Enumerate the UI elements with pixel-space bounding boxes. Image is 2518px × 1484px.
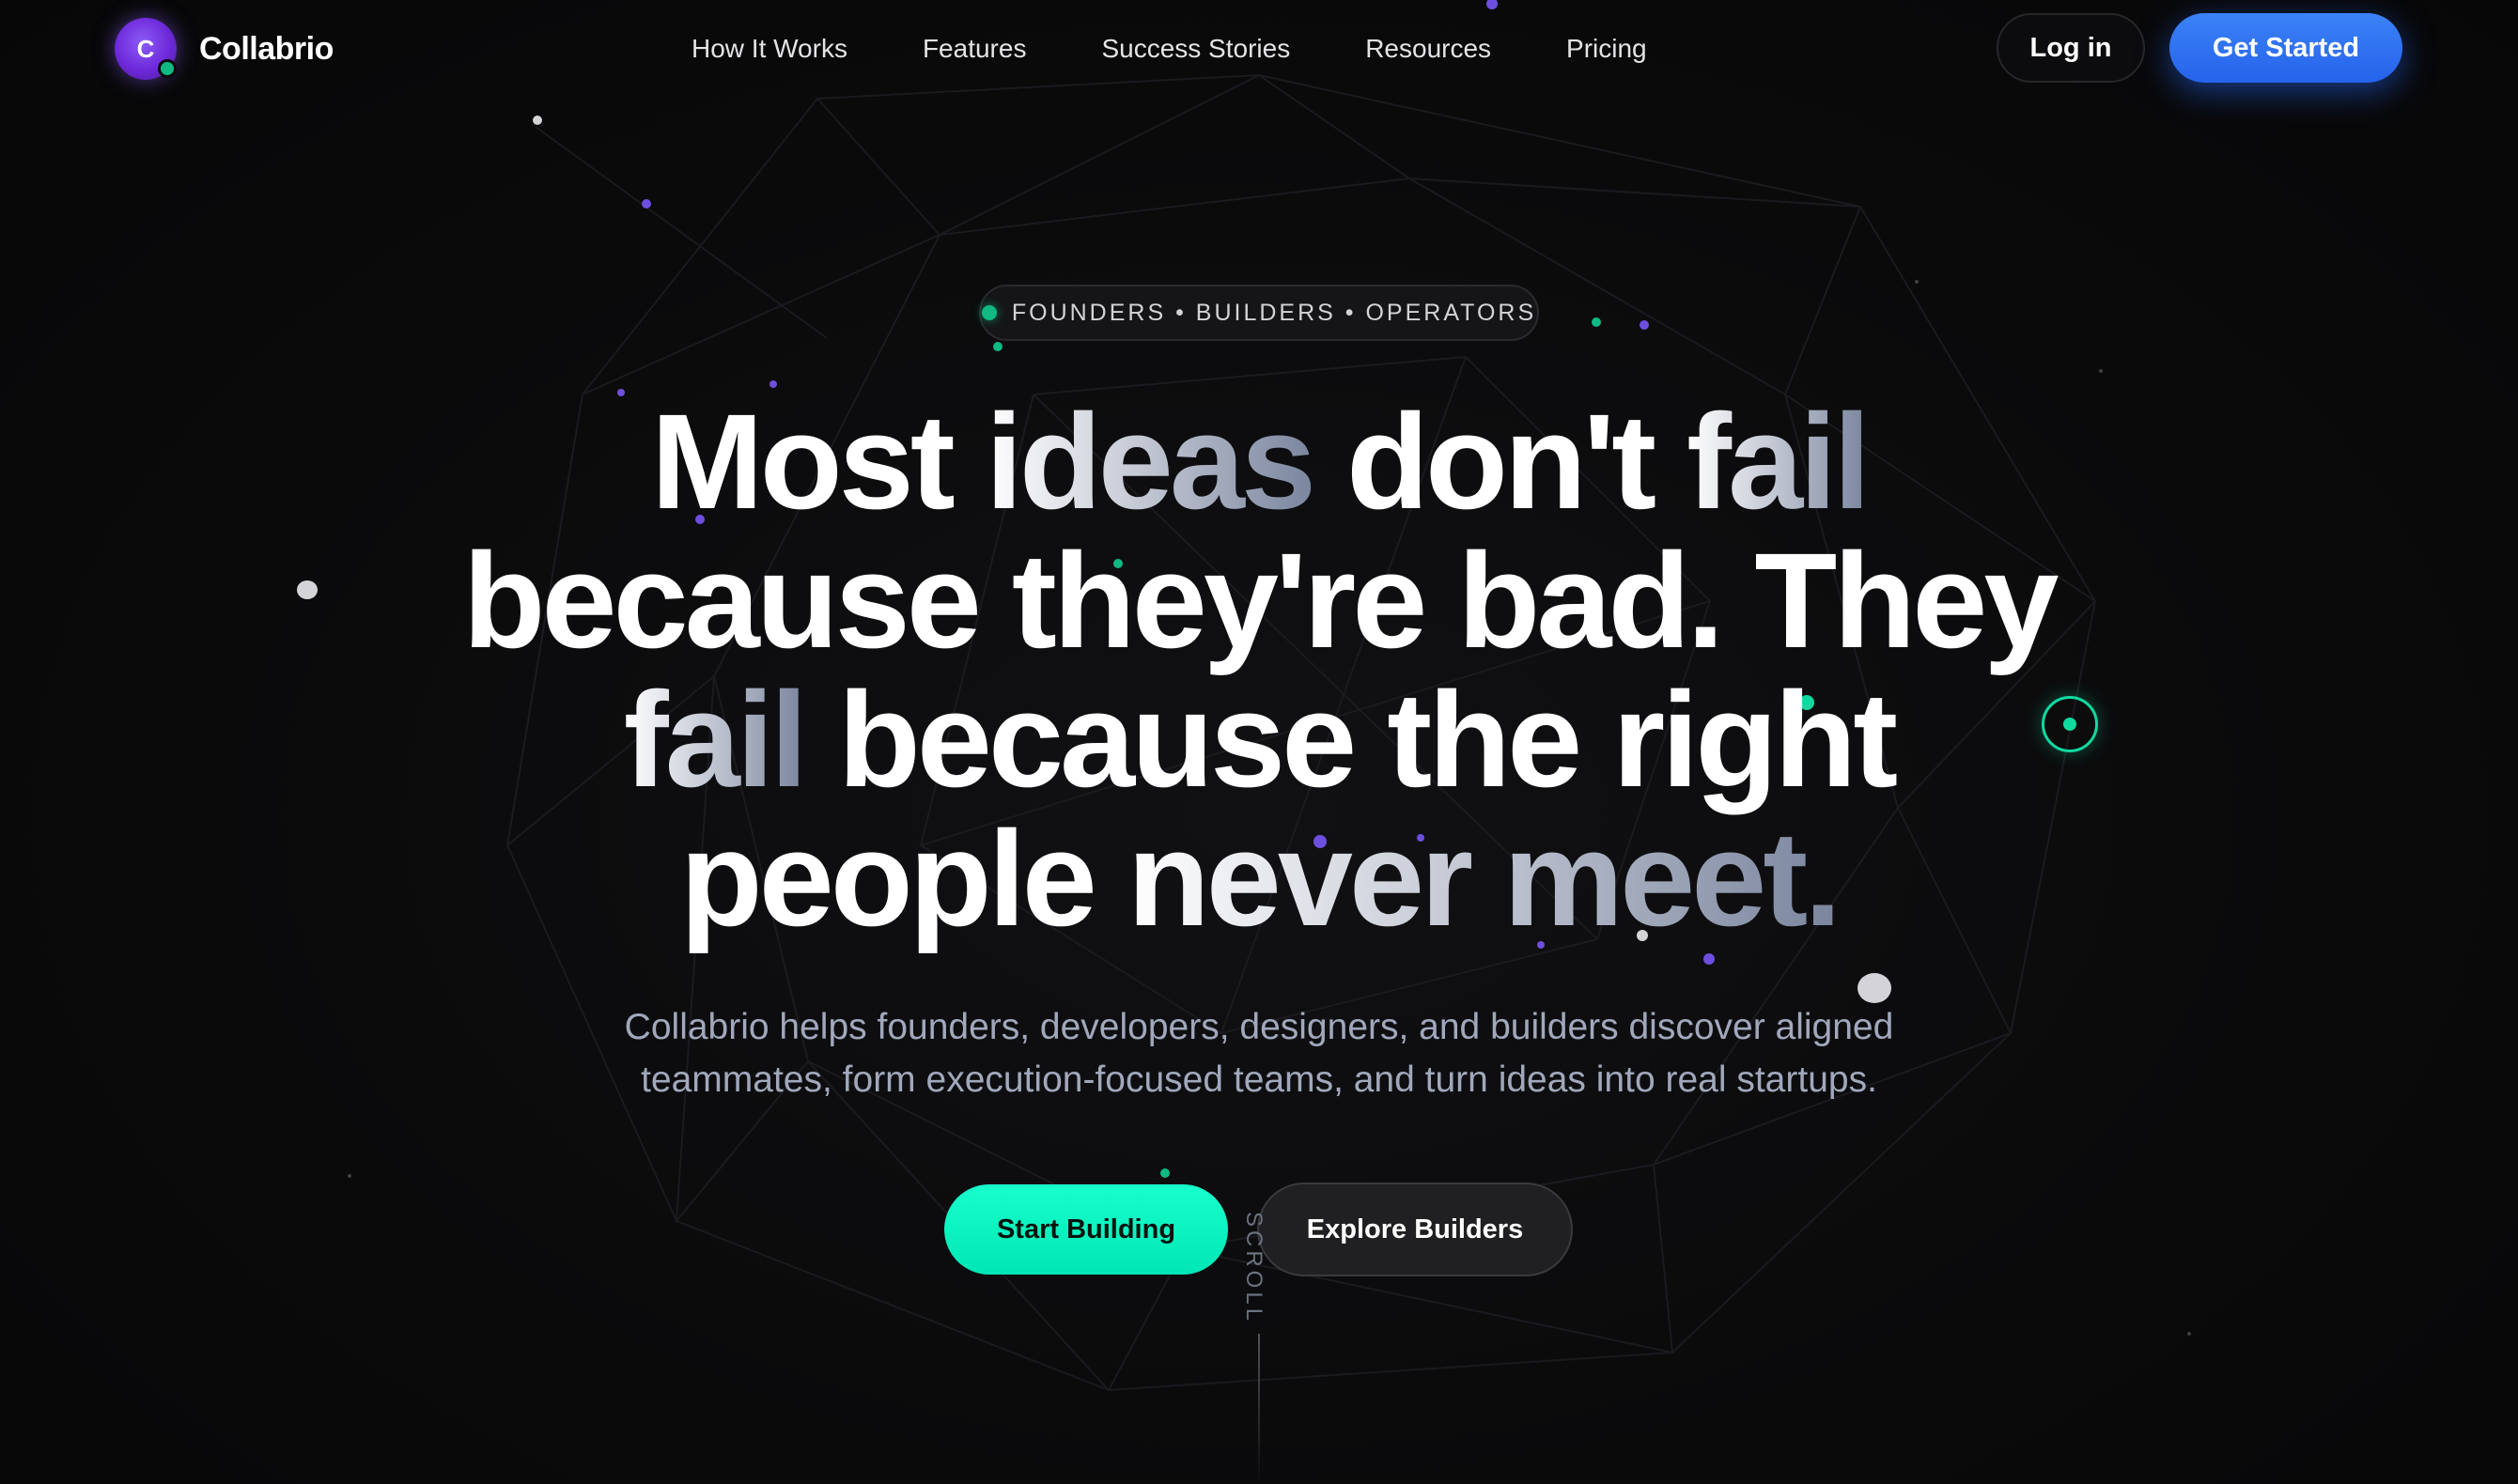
nav-link-features[interactable]: Features — [923, 28, 1027, 70]
get-started-button[interactable]: Get Started — [2169, 13, 2402, 83]
target-core — [2063, 718, 2076, 731]
explore-builders-button[interactable]: Explore Builders — [1257, 1183, 1573, 1276]
headline-line-3: fail because the right — [319, 671, 2199, 810]
nav-links: How It Works Features Success Stories Re… — [692, 28, 1647, 70]
subcopy-line-1: Collabrio helps founders, developers, de… — [624, 1007, 1894, 1047]
headline-segment: because they're bad. They — [462, 525, 2059, 676]
status-dot-icon — [158, 59, 177, 78]
headline-segment: because the right — [803, 664, 1898, 815]
nav-link-success-stories[interactable]: Success Stories — [1101, 28, 1290, 70]
headline-line-1: Most ideas don't fail — [319, 393, 2199, 532]
headline-accent: fail — [1686, 386, 1871, 537]
scroll-line — [1258, 1334, 1260, 1484]
brand-logo-icon: C — [115, 18, 177, 80]
scroll-label: SCROLL — [1241, 1212, 1267, 1325]
status-dot-icon — [981, 305, 997, 320]
headline-segment: don't — [1313, 386, 1687, 537]
hero-subcopy: Collabrio helps founders, developers, de… — [413, 1001, 2105, 1106]
logo-letter: C — [136, 34, 155, 63]
brand[interactable]: C Collabrio — [115, 17, 334, 81]
target-ring-icon — [2042, 696, 2098, 752]
hero-headline: Most ideas don't fail because they're ba… — [319, 393, 2199, 949]
headline-accent: ideas — [985, 386, 1316, 537]
brand-name: Collabrio — [199, 30, 334, 67]
subcopy-line-2: teammates, form execution-focused teams,… — [641, 1059, 1877, 1100]
nav-link-pricing[interactable]: Pricing — [1566, 28, 1647, 70]
eyebrow-text: FOUNDERS • BUILDERS • OPERATORS — [1011, 299, 1537, 326]
headline-segment: people — [679, 803, 1127, 954]
headline-segment: Most — [650, 386, 986, 537]
start-building-button[interactable]: Start Building — [944, 1184, 1228, 1275]
top-navigation: C Collabrio How It Works Features Succes… — [0, 0, 2518, 98]
eyebrow-badge: FOUNDERS • BUILDERS • OPERATORS — [979, 285, 1539, 341]
nav-link-resources[interactable]: Resources — [1365, 28, 1491, 70]
headline-line-4: people never meet. — [319, 810, 2199, 949]
scroll-indicator[interactable]: SCROLL — [1240, 1212, 1278, 1484]
headline-line-2: because they're bad. They — [319, 532, 2199, 671]
headline-accent: fail — [623, 664, 808, 815]
nav-link-how-it-works[interactable]: How It Works — [692, 28, 847, 70]
login-button[interactable]: Log in — [1997, 13, 2145, 83]
landing-page: C Collabrio How It Works Features Succes… — [0, 0, 2518, 1484]
headline-accent: never meet. — [1127, 803, 1842, 954]
